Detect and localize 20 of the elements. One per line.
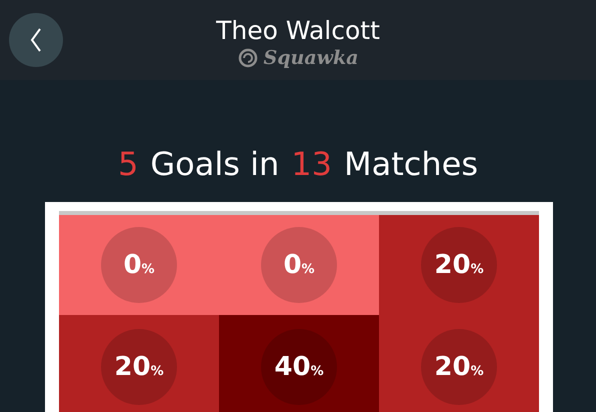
percentage-value: 20 — [434, 250, 471, 280]
matches-label: Matches — [344, 144, 478, 185]
brand-name: Squawka — [264, 46, 358, 70]
percent-sign: % — [310, 364, 324, 379]
percentage-value: 20 — [114, 352, 151, 382]
percentage-value: 0 — [283, 250, 302, 280]
goals-label: Goals in — [150, 144, 280, 185]
percentage-value: 20 — [434, 352, 471, 382]
player-name: Theo Walcott — [216, 16, 380, 46]
logo-icon — [238, 48, 258, 68]
percent-sign: % — [302, 262, 315, 277]
percentage-value: 0 — [123, 250, 142, 280]
percent-sign: % — [470, 364, 484, 379]
percent-sign: % — [150, 364, 164, 379]
percentage-value: 40 — [274, 352, 311, 382]
goals-count: 5 — [118, 144, 138, 185]
matches-count: 13 — [291, 144, 332, 185]
percent-sign: % — [142, 262, 155, 277]
percent-sign: % — [470, 262, 484, 277]
back-icon — [30, 27, 42, 53]
